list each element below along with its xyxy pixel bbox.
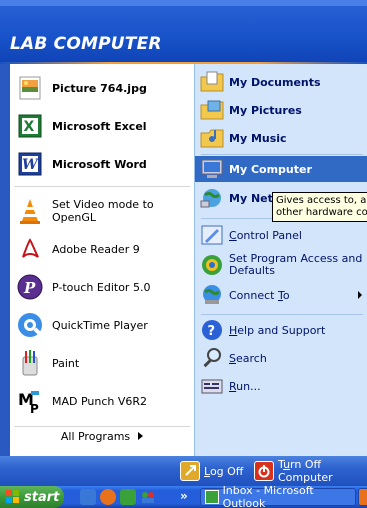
power-icon (254, 461, 274, 481)
search-icon (199, 345, 225, 371)
start-menu-header: LAB COMPUTER (0, 0, 367, 64)
vlc-cone-icon (14, 195, 46, 227)
start-menu-footer: Log Off Turn Off Computer (0, 456, 367, 486)
place-label: Connect To (229, 288, 290, 302)
recent-item-quicktime[interactable]: QuickTime Player (10, 306, 194, 344)
svg-text:W: W (22, 157, 39, 173)
recent-item-label: Adobe Reader 9 (52, 242, 140, 256)
outlook-inbox-icon (205, 490, 219, 504)
all-programs-label: All Programs (60, 430, 131, 443)
tooltip-line-1: Gives access to, and (276, 195, 367, 206)
quicktime-icon (14, 309, 46, 341)
recent-item-adobe[interactable]: Adobe Reader 9 (10, 230, 194, 268)
place-label: My Documents (229, 75, 321, 89)
place-label: Control Panel (229, 228, 302, 242)
connect-to-icon (199, 282, 225, 308)
my-computer-icon (199, 156, 225, 182)
all-programs-button[interactable]: All Programs (10, 426, 194, 448)
my-documents-icon (199, 69, 225, 95)
ptouch-icon: P (14, 271, 46, 303)
my-music-icon (199, 125, 225, 151)
paint-icon (14, 347, 46, 379)
recent-item-label: Set Video mode to OpenGL (52, 198, 154, 224)
recent-item-vlc[interactable]: Set Video mode to OpenGL (10, 192, 194, 230)
green-app-quicklaunch-icon[interactable] (120, 489, 136, 505)
log-off-button[interactable]: Log Off (180, 460, 243, 482)
start-label: start (24, 489, 60, 505)
start-menu: LAB COMPUTER Picture 764.jpg X Microsoft… (0, 0, 367, 508)
log-off-icon (180, 461, 200, 481)
place-label: Help and Support (229, 323, 326, 337)
place-my-music[interactable]: My Music (195, 124, 367, 152)
arrow-right-icon (138, 432, 144, 440)
place-my-documents[interactable]: My Documents (195, 68, 367, 96)
recent-item-madpunch[interactable]: MP MAD Punch V6R2 (10, 382, 194, 420)
places-pane: My Documents My Pictures My Music My Com… (194, 64, 367, 456)
outlook-taskbar-button[interactable]: Inbox - Microsoft Outlook (200, 484, 356, 508)
place-label: My Computer (229, 162, 312, 176)
place-label: My Music (229, 131, 287, 145)
recent-item-label: MAD Punch V6R2 (52, 394, 148, 408)
place-label: Set Program Access and Defaults (229, 252, 363, 277)
tooltip-line-2: other hardware con (276, 207, 367, 218)
word-icon: W (14, 148, 46, 180)
system-connect-to[interactable]: Connect To (195, 282, 367, 308)
place-my-computer[interactable]: My Computer (195, 156, 367, 182)
search-item[interactable]: Search (195, 344, 367, 372)
header-stripe (0, 0, 367, 6)
svg-text:X: X (24, 119, 35, 135)
help-icon: ? (199, 317, 225, 343)
firefox-quicklaunch-icon[interactable] (100, 489, 116, 505)
start-button[interactable]: start (0, 486, 64, 508)
place-label: Search (229, 351, 267, 365)
log-off-label: Log Off (204, 464, 244, 478)
pinned-item-word[interactable]: W Microsoft Word (10, 148, 194, 180)
quicklaunch-overflow[interactable]: » (180, 489, 188, 503)
places-separator (201, 154, 363, 155)
programs-pane: Picture 764.jpg X Microsoft Excel W Micr… (10, 64, 194, 456)
place-label: My Pictures (229, 103, 302, 117)
system-control-panel[interactable]: Control Panel (195, 222, 367, 248)
ie-quicklaunch-icon[interactable] (80, 489, 96, 505)
control-panel-icon (199, 222, 225, 248)
adobe-reader-icon (14, 233, 46, 265)
recent-item-label: P-touch Editor 5.0 (52, 280, 151, 294)
outlook-taskbar-label: Inbox - Microsoft Outlook (222, 484, 314, 508)
system-program-access[interactable]: Set Program Access and Defaults (195, 248, 367, 282)
recent-item-label: QuickTime Player (52, 318, 148, 332)
firefox-taskbar-button[interactable] (358, 488, 367, 506)
recent-item-paint[interactable]: Paint (10, 344, 194, 382)
msn-quicklaunch-icon[interactable] (140, 489, 156, 505)
run-item[interactable]: Run... (195, 372, 367, 400)
help-and-support[interactable]: ? Help and Support (195, 316, 367, 344)
my-network-icon (199, 185, 225, 211)
taskbar: start » Inbox - Microsoft Outlook (0, 484, 367, 508)
pinned-item-label: Microsoft Excel (52, 119, 147, 133)
help-separator (201, 314, 363, 315)
my-pictures-icon (199, 97, 225, 123)
svg-text:P: P (30, 402, 39, 416)
pinned-item-label: Microsoft Word (52, 157, 147, 171)
svg-text:?: ? (208, 324, 216, 339)
pinned-item-picture[interactable]: Picture 764.jpg (10, 72, 194, 104)
submenu-arrow-icon (358, 291, 362, 299)
recent-item-label: Paint (52, 356, 80, 370)
run-icon (199, 373, 225, 399)
pinned-item-label: Picture 764.jpg (52, 81, 147, 95)
user-name: LAB COMPUTER (10, 34, 162, 54)
pinned-separator (14, 186, 190, 187)
my-network-tooltip: Gives access to, and other hardware con (272, 192, 367, 222)
excel-icon: X (14, 110, 46, 142)
turn-off-label: Turn Off Computer (278, 458, 333, 484)
place-label: Run... (229, 379, 261, 393)
jpg-file-icon (14, 72, 46, 104)
mad-punch-icon: MP (14, 385, 46, 417)
program-access-icon (199, 252, 225, 278)
pinned-item-excel[interactable]: X Microsoft Excel (10, 110, 194, 142)
windows-flag-icon (6, 490, 20, 504)
recent-item-ptouch[interactable]: P P-touch Editor 5.0 (10, 268, 194, 306)
turn-off-button[interactable]: Turn Off Computer (254, 458, 367, 484)
svg-text:P: P (23, 279, 36, 297)
place-my-pictures[interactable]: My Pictures (195, 96, 367, 124)
